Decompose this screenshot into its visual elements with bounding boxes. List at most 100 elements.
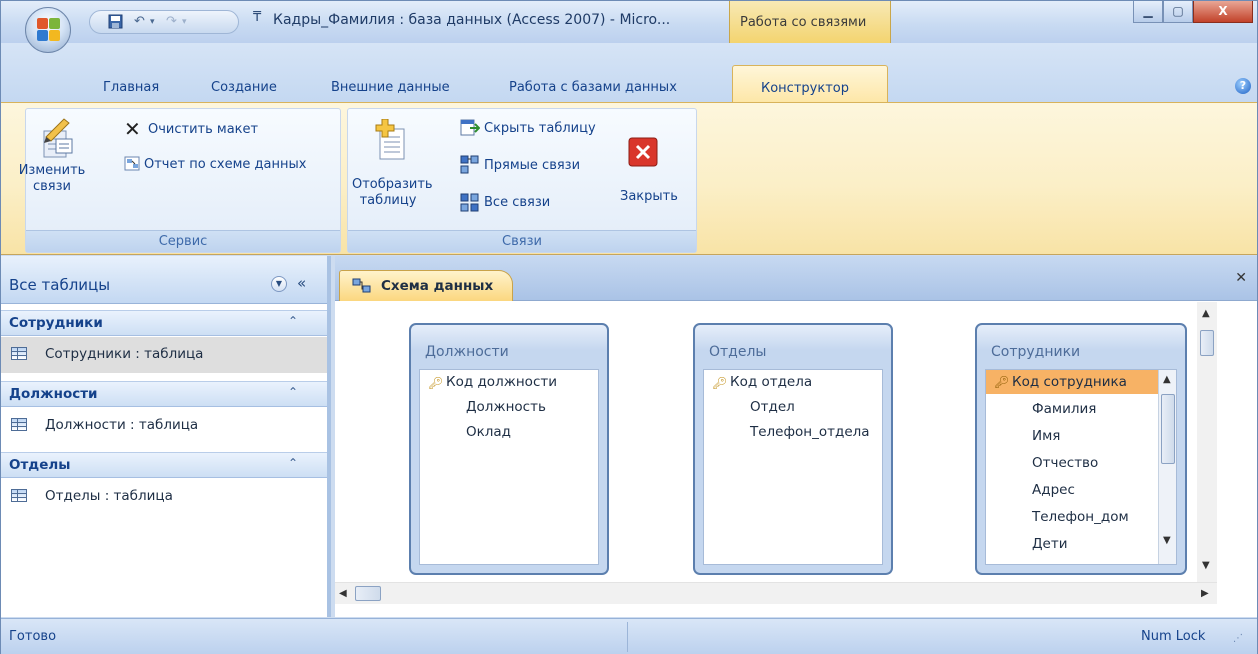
- redo-dropdown-icon[interactable]: ▾: [182, 17, 187, 27]
- field-label: Код сотрудника: [1012, 374, 1127, 390]
- ribbon-tabs: Главная Создание Внешние данные Работа с…: [1, 43, 1257, 102]
- contextual-tab-title-text: Работа со связями: [740, 15, 867, 30]
- scroll-up-icon[interactable]: ▲: [1202, 308, 1210, 319]
- collapse-pane-icon[interactable]: «: [297, 274, 306, 292]
- field-list[interactable]: 🔑︎ Код должности Должность Оклад: [419, 369, 599, 565]
- scroll-left-icon[interactable]: ◀: [339, 588, 347, 599]
- tab-design[interactable]: Конструктор: [732, 65, 888, 102]
- chevron-up-icon[interactable]: ⌃: [288, 385, 298, 399]
- field-item[interactable]: Оклад: [466, 420, 511, 444]
- nav-item-employees-table[interactable]: Сотрудники : таблица: [1, 337, 327, 373]
- close-relations-button[interactable]: Закрыть: [620, 189, 678, 205]
- scroll-up-icon[interactable]: ▲: [1163, 374, 1171, 385]
- field-item[interactable]: Отчество: [1032, 451, 1098, 475]
- contextual-tab-title: Работа со связями: [729, 1, 891, 45]
- field-item[interactable]: Дети: [1032, 532, 1068, 556]
- table-box-positions[interactable]: Должности 🔑︎ Код должности Должность Окл…: [409, 323, 609, 575]
- scroll-thumb[interactable]: [1200, 330, 1214, 356]
- close-window-button[interactable]: X: [1193, 1, 1253, 23]
- chevron-up-icon[interactable]: ⌃: [288, 456, 298, 470]
- field-item[interactable]: Фамилия: [1032, 397, 1096, 421]
- field-item-selected[interactable]: 🔑︎ Код сотрудника: [986, 370, 1158, 394]
- table-box-title: Отделы: [709, 344, 767, 360]
- canvas-vertical-scrollbar[interactable]: ▲ ▼: [1197, 302, 1217, 582]
- show-table-button[interactable]: Отобразить таблицу: [352, 177, 433, 209]
- undo-icon[interactable]: ↶: [134, 14, 145, 29]
- relationships-canvas[interactable]: Должности 🔑︎ Код должности Должность Окл…: [335, 302, 1257, 582]
- navigation-pane: Все таблицы ▼ « Сотрудники ⌃ Сотрудники …: [1, 256, 331, 617]
- office-logo-icon: [37, 18, 61, 42]
- group-relations: Отобразить таблицу Скрыть таблицу Прямые…: [347, 108, 697, 253]
- show-table-icon: [374, 118, 408, 165]
- minimize-button[interactable]: ▁: [1133, 1, 1163, 23]
- tab-database-tools[interactable]: Работа с базами данных: [509, 80, 677, 95]
- field-item[interactable]: Должность: [466, 395, 546, 419]
- tab-external-data[interactable]: Внешние данные: [331, 80, 450, 95]
- nav-group-title: Должности: [9, 386, 98, 402]
- field-list[interactable]: 🔑︎ Код сотрудника Фамилия Имя Отчество А…: [985, 369, 1177, 565]
- scroll-right-icon[interactable]: ▶: [1201, 588, 1209, 599]
- scroll-down-icon[interactable]: ▼: [1163, 535, 1171, 546]
- window-title: Кадры_Фамилия : база данных (Access 2007…: [273, 12, 671, 28]
- access-window: ↶ ▾ ↷ ▾ ₸ Кадры_Фамилия : база данных (A…: [0, 0, 1258, 654]
- nav-item-label: Сотрудники : таблица: [45, 346, 204, 362]
- nav-item-departments-table[interactable]: Отделы : таблица: [1, 479, 327, 515]
- nav-header-title: Все таблицы: [9, 276, 111, 294]
- hide-table-button[interactable]: Скрыть таблицу: [484, 121, 596, 137]
- field-item[interactable]: Имя: [1032, 424, 1060, 448]
- edit-relations-icon: [36, 117, 78, 165]
- table-icon: [11, 347, 27, 360]
- field-list[interactable]: 🔑︎ Код отдела Отдел Телефон_отдела: [703, 369, 883, 565]
- relations-report-icon: [124, 156, 142, 176]
- field-list-scrollbar[interactable]: ▲ ▼: [1158, 370, 1176, 564]
- primary-key-icon: 🔑︎: [428, 376, 444, 390]
- close-relations-icon: [628, 137, 658, 171]
- clear-layout-button[interactable]: Очистить макет: [148, 122, 258, 138]
- save-icon[interactable]: [108, 14, 123, 33]
- nav-group-header[interactable]: Должности ⌃: [1, 381, 327, 407]
- help-icon[interactable]: ?: [1235, 78, 1251, 94]
- close-document-icon[interactable]: ✕: [1235, 270, 1247, 286]
- scroll-thumb[interactable]: [1161, 394, 1175, 464]
- field-item[interactable]: Код отдела: [730, 370, 812, 394]
- tab-design-label: Конструктор: [761, 81, 849, 96]
- field-item[interactable]: Телефон_дом: [1032, 505, 1129, 529]
- nav-item-label: Должности : таблица: [45, 417, 199, 433]
- undo-dropdown-icon[interactable]: ▾: [150, 17, 155, 27]
- field-item[interactable]: Телефон_отдела: [750, 420, 870, 444]
- clear-layout-icon: ✕: [124, 117, 141, 141]
- maximize-button[interactable]: ▢: [1163, 1, 1193, 23]
- nav-dropdown-icon[interactable]: ▼: [271, 276, 287, 292]
- table-box-title: Сотрудники: [991, 344, 1081, 360]
- table-box-employees[interactable]: Сотрудники 🔑︎ Код сотрудника Фамилия Имя…: [975, 323, 1187, 575]
- office-button[interactable]: [25, 7, 71, 53]
- nav-group-title: Отделы: [9, 457, 71, 473]
- field-item[interactable]: Адрес: [1032, 478, 1075, 502]
- resize-grip-icon[interactable]: ⋰: [1233, 633, 1243, 644]
- scroll-down-icon[interactable]: ▼: [1202, 560, 1210, 571]
- status-text: Готово: [9, 629, 57, 644]
- nav-group-header[interactable]: Отделы ⌃: [1, 452, 327, 478]
- field-item[interactable]: Код должности: [446, 370, 557, 394]
- group-tools: Изменить связи ✕ Очистить макет Отчет по…: [19, 108, 341, 253]
- direct-relations-button[interactable]: Прямые связи: [484, 158, 580, 174]
- tab-create[interactable]: Создание: [211, 80, 277, 95]
- chevron-up-icon[interactable]: ⌃: [288, 314, 298, 328]
- all-relations-icon: [460, 193, 480, 217]
- nav-item-positions-table[interactable]: Должности : таблица: [1, 408, 327, 444]
- customize-qat-icon[interactable]: ₸: [253, 10, 261, 25]
- table-box-departments[interactable]: Отделы 🔑︎ Код отдела Отдел Телефон_отдел…: [693, 323, 893, 575]
- nav-header[interactable]: Все таблицы ▼ «: [1, 256, 327, 304]
- nav-group-header[interactable]: Сотрудники ⌃: [1, 310, 327, 336]
- all-relations-button[interactable]: Все связи: [484, 195, 550, 211]
- edit-relations-button[interactable]: Изменить связи: [14, 163, 90, 195]
- relations-report-button[interactable]: Отчет по схеме данных: [144, 157, 306, 173]
- field-item[interactable]: Отдел: [750, 395, 795, 419]
- tab-relationships[interactable]: Схема данных: [339, 270, 513, 301]
- tab-home[interactable]: Главная: [103, 80, 159, 95]
- hide-table-icon: [460, 119, 481, 141]
- canvas-horizontal-scrollbar[interactable]: ◀ ▶: [335, 582, 1217, 604]
- scroll-thumb[interactable]: [355, 586, 381, 601]
- redo-icon[interactable]: ↷: [166, 14, 177, 29]
- group-relations-label: Связи: [348, 230, 696, 252]
